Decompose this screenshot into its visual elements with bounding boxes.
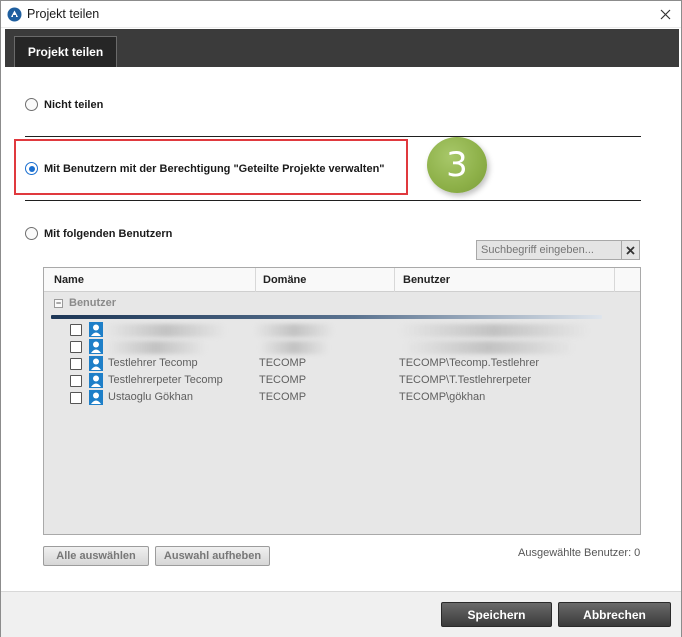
cell-name: Testlehrerpeter Tecomp: [108, 374, 223, 386]
column-header-domain[interactable]: Domäne: [263, 268, 306, 292]
selected-users-count: Ausgewählte Benutzer: 0: [518, 547, 641, 559]
option-share-with-permission-label: Mit Benutzern mit der Berechtigung "Gete…: [44, 162, 385, 175]
user-icon: [89, 339, 103, 354]
redacted-name: [106, 341, 206, 354]
table-row[interactable]: Testlehrer Tecomp TECOMP TECOMP\Tecomp.T…: [44, 356, 640, 373]
column-divider: [394, 268, 395, 292]
redacted-user: [404, 341, 574, 354]
redacted-user: [399, 324, 589, 337]
tab-bar: Projekt teilen: [5, 29, 679, 67]
cell-user: TECOMP\Tecomp.Testlehrer: [399, 357, 539, 369]
divider: [25, 200, 641, 201]
option-share-with-users-label: Mit folgenden Benutzern: [44, 227, 173, 240]
group-header-users[interactable]: − Benutzer: [54, 297, 116, 309]
radio-no-share[interactable]: [25, 98, 38, 111]
cell-domain: TECOMP: [259, 391, 307, 403]
users-table: Name Domäne Benutzer − Benutzer Testlehr…: [43, 267, 641, 535]
row-checkbox[interactable]: [70, 324, 82, 336]
radio-share-with-permission[interactable]: [25, 162, 38, 175]
option-no-share[interactable]: Nicht teilen: [25, 98, 103, 111]
user-icon: [89, 373, 103, 388]
table-row[interactable]: [44, 322, 640, 339]
cell-user: TECOMP\gökhan: [399, 391, 486, 403]
option-share-with-users[interactable]: Mit folgenden Benutzern: [25, 227, 172, 240]
option-no-share-label: Nicht teilen: [44, 98, 104, 111]
divider: [25, 136, 641, 137]
app-icon: [7, 7, 22, 22]
cancel-button[interactable]: Abbrechen: [558, 602, 671, 627]
table-row[interactable]: [44, 339, 640, 356]
user-icon: [89, 390, 103, 405]
redacted-domain: [259, 341, 329, 354]
radio-share-with-users[interactable]: [25, 227, 38, 240]
cell-name: Ustaoglu Gökhan: [108, 391, 193, 403]
redacted-name: [106, 324, 226, 337]
column-divider: [255, 268, 256, 292]
clear-selection-button[interactable]: Auswahl aufheben: [155, 546, 270, 566]
cell-user: TECOMP\T.Testlehrerpeter: [399, 374, 532, 386]
share-project-dialog: Projekt teilen Projekt teilen Nicht teil…: [0, 0, 682, 637]
option-share-with-permission[interactable]: Mit Benutzern mit der Berechtigung "Gete…: [25, 162, 385, 175]
table-row[interactable]: Testlehrerpeter Tecomp TECOMP TECOMP\T.T…: [44, 373, 640, 390]
cell-domain: TECOMP: [259, 357, 307, 369]
column-divider: [614, 268, 615, 292]
select-all-button[interactable]: Alle auswählen: [43, 546, 149, 566]
row-checkbox[interactable]: [70, 341, 82, 353]
cell-domain: TECOMP: [259, 374, 307, 386]
column-header-user[interactable]: Benutzer: [403, 268, 450, 292]
window-title: Projekt teilen: [27, 7, 100, 21]
user-icon: [89, 322, 103, 337]
user-icon: [89, 356, 103, 371]
row-checkbox[interactable]: [70, 375, 82, 387]
table-row[interactable]: Ustaoglu Gökhan TECOMP TECOMP\gökhan: [44, 390, 640, 407]
collapse-icon[interactable]: −: [54, 298, 63, 308]
step-badge: 3: [427, 137, 487, 193]
tab-share-project[interactable]: Projekt teilen: [14, 36, 117, 67]
save-button[interactable]: Speichern: [441, 602, 552, 627]
group-label: Benutzer: [69, 297, 117, 309]
clear-search-icon[interactable]: [622, 240, 640, 260]
search-input[interactable]: [476, 240, 622, 260]
row-checkbox[interactable]: [70, 358, 82, 370]
redacted-domain: [254, 324, 334, 337]
cell-name: Testlehrer Tecomp: [108, 357, 198, 369]
group-underline: [51, 315, 602, 319]
dialog-footer: Speichern Abbrechen: [1, 591, 681, 637]
close-icon[interactable]: [649, 1, 681, 27]
title-bar[interactable]: Projekt teilen: [1, 1, 681, 28]
table-header: Name Domäne Benutzer: [44, 268, 640, 292]
column-header-name[interactable]: Name: [54, 268, 84, 292]
row-checkbox[interactable]: [70, 392, 82, 404]
